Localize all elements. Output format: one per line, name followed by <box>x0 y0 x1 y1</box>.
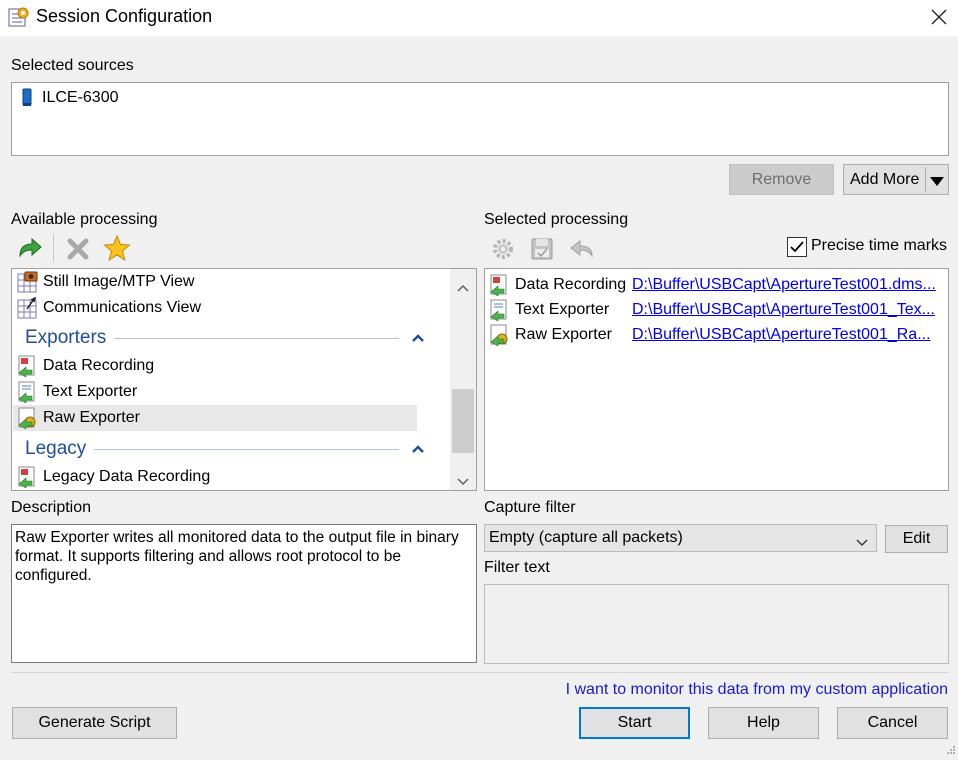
list-item-text-exporter[interactable]: Text Exporter <box>17 379 137 405</box>
gear-icon <box>493 239 513 259</box>
footer-separator <box>11 672 949 673</box>
group-rule <box>114 337 399 339</box>
title-bar: Session Configuration <box>0 0 958 36</box>
close-icon <box>931 9 947 25</box>
sources-list[interactable]: ILCE-6300 <box>11 82 949 156</box>
group-title: Legacy <box>25 438 87 459</box>
group-header-exporters[interactable]: Exporters <box>25 325 425 351</box>
device-icon <box>20 87 34 109</box>
checkmark-icon <box>790 241 804 253</box>
selected-processing-label: Selected processing <box>484 211 629 228</box>
settings-button[interactable] <box>490 236 516 262</box>
edit-button[interactable]: Edit <box>885 525 948 553</box>
legacy-recording-icon <box>17 466 39 489</box>
list-item-label: Data Recording <box>43 357 155 374</box>
selected-row[interactable]: Text Exporter <box>489 297 609 323</box>
start-button[interactable]: Start <box>579 707 690 739</box>
resize-grip[interactable] <box>944 742 956 754</box>
generate-script-button[interactable]: Generate Script <box>12 707 177 739</box>
dropdown-arrow-icon[interactable] <box>929 174 945 192</box>
scroll-thumb[interactable] <box>452 389 474 453</box>
list-item-label: Communications View <box>43 299 201 316</box>
cancel-button[interactable]: Cancel <box>837 707 948 739</box>
list-item-label: Raw Exporter <box>43 409 140 426</box>
scroll-up-icon[interactable] <box>457 279 469 297</box>
session-config-icon <box>8 6 30 28</box>
toolbar-divider <box>53 234 54 262</box>
save-disk-icon <box>531 238 553 260</box>
communications-grid-icon <box>17 296 39 319</box>
list-item-legacy-data-recording[interactable]: Legacy Data Recording <box>17 464 210 490</box>
collapse-chevron-icon[interactable] <box>411 327 425 349</box>
window-title: Session Configuration <box>36 6 213 26</box>
favorite-button[interactable] <box>103 234 131 262</box>
list-item-label: Still Image/MTP View <box>43 273 195 290</box>
precise-time-marks-label[interactable]: Precise time marks <box>811 237 947 255</box>
list-item-label: Text Exporter <box>43 383 138 400</box>
resize-grip-icon <box>947 746 955 754</box>
processing-name: Data Recording <box>515 276 627 293</box>
vertical-scrollbar[interactable] <box>450 269 476 490</box>
output-path-link[interactable]: D:\Buffer\USBCapt\ApertureTest001_Ra... <box>632 322 931 348</box>
output-path-link[interactable]: D:\Buffer\USBCapt\ApertureTest001.dms... <box>632 272 936 298</box>
delete-x-icon <box>67 238 89 260</box>
add-more-label: Add More <box>850 170 920 188</box>
list-item-raw-exporter[interactable]: Raw Exporter <box>17 405 140 431</box>
description-label: Description <box>11 499 92 516</box>
scroll-down-icon[interactable] <box>457 473 469 490</box>
arrow-right-icon <box>19 237 42 258</box>
selected-row[interactable]: Raw Exporter <box>489 322 612 348</box>
raw-exporter-icon <box>17 407 39 430</box>
capture-filter-value: Empty (capture all packets) <box>489 529 683 546</box>
group-header-legacy[interactable]: Legacy <box>25 436 425 462</box>
help-button[interactable]: Help <box>708 707 819 739</box>
text-exporter-icon <box>489 299 511 322</box>
selected-sources-label: Selected sources <box>11 57 134 74</box>
save-button[interactable] <box>529 236 555 262</box>
collapse-chevron-icon[interactable] <box>411 438 425 460</box>
processing-name: Raw Exporter <box>515 326 612 343</box>
output-path-link[interactable]: D:\Buffer\USBCapt\ApertureTest001_Tex... <box>632 297 935 323</box>
group-rule <box>94 448 399 450</box>
selected-processing-list[interactable]: Data Recording D:\Buffer\USBCapt\Apertur… <box>484 268 949 491</box>
delete-processing-button[interactable] <box>65 236 91 262</box>
group-title: Exporters <box>25 327 107 348</box>
data-recording-icon <box>489 274 511 297</box>
add-processing-button[interactable] <box>16 236 44 262</box>
selected-row[interactable]: Data Recording <box>489 272 626 298</box>
available-processing-list[interactable]: Still Image/MTP View Communications View… <box>11 268 477 491</box>
add-more-button[interactable]: Add More <box>843 164 949 195</box>
split-divider <box>925 167 926 192</box>
source-name: ILCE-6300 <box>42 89 119 106</box>
list-item-data-recording[interactable]: Data Recording <box>17 353 154 379</box>
list-item-label: Legacy Data Recording <box>43 468 211 485</box>
filter-text-label: Filter text <box>484 559 550 576</box>
precise-time-marks-checkbox[interactable] <box>787 237 807 257</box>
source-item[interactable]: ILCE-6300 <box>20 85 119 111</box>
list-item-communications[interactable]: Communications View <box>17 295 201 321</box>
star-icon <box>103 234 131 262</box>
capture-filter-select[interactable]: Empty (capture all packets) <box>484 524 877 552</box>
close-button[interactable] <box>922 2 956 32</box>
remove-button[interactable]: Remove <box>729 164 834 195</box>
raw-exporter-icon <box>489 324 511 347</box>
undo-arrow-icon <box>570 239 593 258</box>
chevron-down-icon <box>856 534 868 552</box>
custom-application-link[interactable]: I want to monitor this data from my cust… <box>566 681 948 699</box>
filter-text-area[interactable] <box>484 584 949 664</box>
capture-filter-label: Capture filter <box>484 499 576 516</box>
undo-button[interactable] <box>568 236 596 262</box>
text-exporter-icon <box>17 381 39 404</box>
data-recording-icon <box>17 355 39 378</box>
camera-grid-icon <box>17 271 39 293</box>
description-text: Raw Exporter writes all monitored data t… <box>11 524 477 663</box>
available-processing-label: Available processing <box>11 211 158 228</box>
list-item-still-image[interactable]: Still Image/MTP View <box>17 269 194 295</box>
processing-name: Text Exporter <box>515 301 610 318</box>
